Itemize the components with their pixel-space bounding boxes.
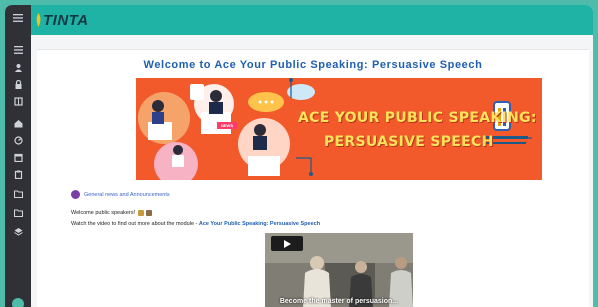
- calendar-icon[interactable]: [11, 150, 25, 164]
- clipboard-icon[interactable]: [11, 167, 25, 181]
- play-icon: [284, 239, 291, 248]
- announcements-link[interactable]: General news and Announcements: [84, 192, 170, 198]
- folder-icon[interactable]: [11, 206, 25, 220]
- announcements-forum[interactable]: General news and Announcements: [71, 190, 170, 199]
- help-button[interactable]: [12, 298, 24, 307]
- dashboard-icon[interactable]: [11, 133, 25, 147]
- main-content: Welcome to Ace Your Public Speaking: Per…: [31, 35, 593, 307]
- list-icon[interactable]: [11, 43, 25, 57]
- course-panel: Welcome to Ace Your Public Speaking: Per…: [37, 49, 589, 307]
- person-emoji-icon: [146, 210, 153, 216]
- video-caption: Become the master of persuasion...: [279, 298, 399, 305]
- sidebar: [5, 5, 31, 307]
- banner-illustration: [138, 78, 532, 180]
- forum-icon: [71, 190, 80, 199]
- app-window: TINTA Welcome to Ace Your Public Speakin…: [5, 5, 593, 307]
- video-player[interactable]: Become the master of persuasion...: [265, 233, 413, 307]
- page-title: Welcome to Ace Your Public Speaking: Per…: [143, 59, 483, 71]
- logo-text: TINTA: [43, 11, 89, 29]
- module-link[interactable]: Ace Your Public Speaking: Persuasive Spe…: [199, 221, 320, 227]
- tinta-logo[interactable]: TINTA: [35, 11, 89, 29]
- watch-instruction: Watch the video to find out more about t…: [71, 221, 321, 227]
- layers-icon[interactable]: [11, 224, 25, 238]
- book-icon[interactable]: [11, 94, 25, 108]
- course-banner-image: NEWS ACE YOUR PUBLIC SPEAKING: PERSUASIV…: [136, 78, 542, 180]
- top-navbar: TINTA: [31, 5, 593, 35]
- lock-icon[interactable]: [11, 77, 25, 91]
- logo-leaf-icon: [36, 13, 41, 27]
- speaker-emoji-icon: [138, 210, 145, 216]
- menu-icon[interactable]: [11, 11, 25, 25]
- news-badge: NEWS: [217, 122, 237, 129]
- home-icon[interactable]: [11, 116, 25, 130]
- banner-heading-line2: PERSUASIVE SPEECH: [324, 134, 494, 150]
- folder-icon[interactable]: [11, 187, 25, 201]
- play-button[interactable]: [271, 236, 303, 251]
- welcome-text: Welcome public speakers!: [71, 210, 153, 216]
- banner-heading-line1: ACE YOUR PUBLIC SPEAKING:: [298, 110, 537, 126]
- user-icon[interactable]: [11, 60, 25, 74]
